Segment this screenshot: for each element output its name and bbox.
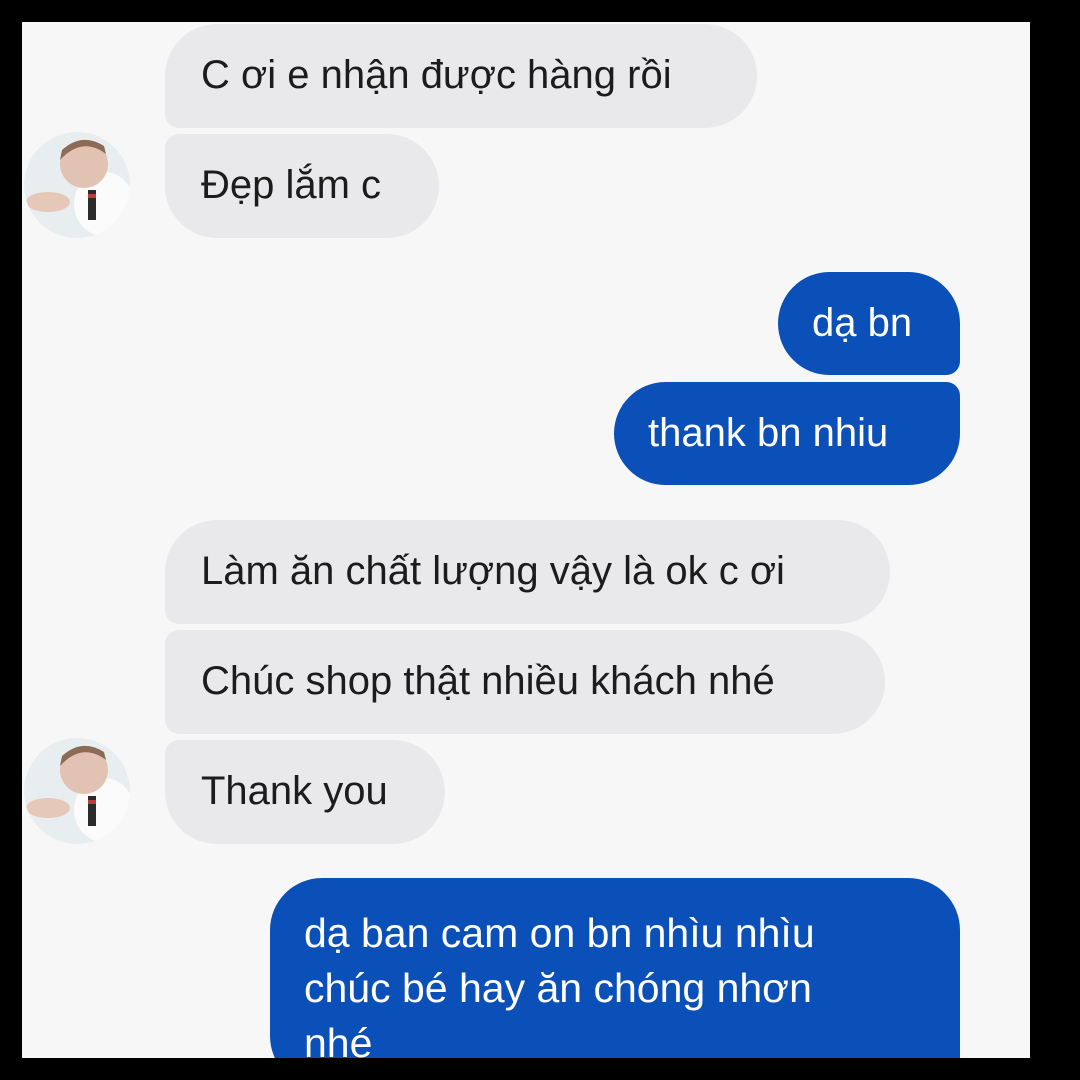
message-text: C ơi e nhận được hàng rồi	[201, 53, 672, 97]
chat-window: C ơi e nhận được hàng rồi Đẹp lắm c dạ b…	[22, 22, 1030, 1058]
message-text: Thank you	[201, 769, 388, 813]
message-text: Làm ăn chất lượng vậy là ok c ơi	[201, 549, 785, 593]
incoming-message-bubble[interactable]: Làm ăn chất lượng vậy là ok c ơi	[165, 520, 890, 624]
contact-avatar[interactable]	[24, 132, 130, 238]
message-text: thank bn nhiu	[648, 411, 889, 455]
message-line: dạ ban cam on bn nhìu nhìu	[304, 910, 815, 956]
incoming-message-bubble[interactable]: Chúc shop thật nhiều khách nhé	[165, 630, 885, 734]
incoming-message-bubble[interactable]: C ơi e nhận được hàng rồi	[165, 24, 757, 128]
outgoing-message-bubble[interactable]: thank bn nhiu	[614, 382, 960, 485]
contact-avatar[interactable]	[24, 738, 130, 844]
message-text: Chúc shop thật nhiều khách nhé	[201, 659, 775, 703]
incoming-message-bubble[interactable]: Thank you	[165, 740, 445, 844]
message-line: chúc bé hay ăn chóng nhơn	[304, 965, 812, 1011]
incoming-message-bubble[interactable]: Đẹp lắm c	[165, 134, 439, 238]
avatar-photo-icon	[24, 132, 130, 238]
outgoing-message-bubble[interactable]: dạ ban cam on bn nhìu nhìu chúc bé hay ă…	[270, 878, 960, 1058]
message-line: nhé	[304, 1020, 373, 1058]
message-text: dạ bn	[812, 301, 913, 345]
outgoing-message-bubble[interactable]: dạ bn	[778, 272, 960, 375]
avatar-photo-icon	[24, 738, 130, 844]
message-text: Đẹp lắm c	[201, 163, 382, 207]
